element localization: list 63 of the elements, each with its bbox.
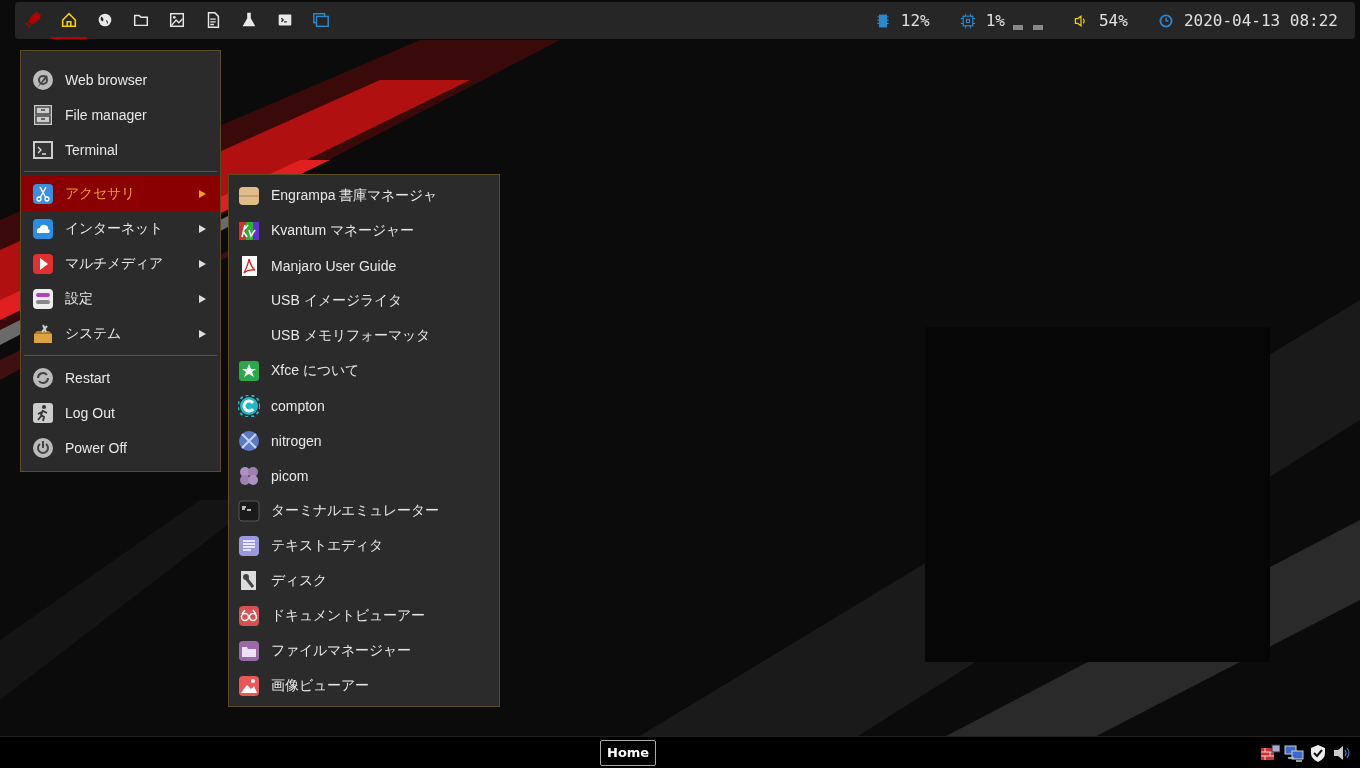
submenu-item[interactable]: Manjaro User Guide	[229, 248, 499, 283]
submenu-item[interactable]: Engrampa 書庫マネージャ	[229, 178, 499, 213]
status-value: 1%	[985, 11, 1005, 30]
windows-icon	[312, 10, 330, 29]
submenu-item[interactable]: Kvantum マネージャー	[229, 213, 499, 248]
submenu-item[interactable]: nitrogen	[229, 423, 499, 458]
kvantum-icon	[238, 219, 260, 242]
image-icon	[238, 674, 260, 697]
submenu-item[interactable]: USB メモリフォーマッタ	[229, 318, 499, 353]
terminal-icon	[32, 138, 54, 161]
text-icon	[238, 534, 260, 557]
task-button[interactable]: Home	[600, 739, 657, 766]
power-icon	[32, 436, 54, 459]
network-icon	[1284, 742, 1304, 763]
archive-icon	[238, 184, 260, 207]
menu-item[interactable]: アクセサリ	[22, 176, 219, 211]
menu-item[interactable]: システム	[22, 316, 219, 351]
submenu-item[interactable]: compton	[229, 388, 499, 423]
restart-icon	[32, 366, 54, 389]
menu-item[interactable]: 設定	[22, 281, 219, 316]
submenu-item[interactable]: 画像ビューアー	[229, 668, 499, 703]
menu-item[interactable]: インターネット	[22, 211, 219, 246]
menu-item[interactable]: File manager	[22, 97, 219, 132]
flower-icon	[238, 464, 260, 487]
menu-item[interactable]: Web browser	[22, 62, 219, 97]
status-value: 12%	[900, 11, 930, 30]
play-icon	[32, 252, 54, 275]
crossed-circle-icon	[238, 429, 260, 452]
cloud-icon	[32, 217, 54, 240]
submenu-item[interactable]: テキストエディタ	[229, 528, 499, 563]
flask-icon	[240, 10, 258, 29]
cpu-icon	[959, 12, 976, 29]
firewall-icon	[1260, 742, 1280, 763]
menu-item[interactable]: Terminal	[22, 132, 219, 167]
submenu-item[interactable]: ファイルマネージャー	[229, 633, 499, 668]
date-time: 2020-04-13 08:22	[1183, 11, 1338, 30]
glasses-icon	[238, 604, 260, 627]
submenu-item[interactable]: Xfce について	[229, 353, 499, 388]
running-person-icon	[32, 401, 54, 424]
submenu-item[interactable]: USB イメージライタ	[229, 283, 499, 318]
submenu-item[interactable]: ターミナルエミュレーター	[229, 493, 499, 528]
terminal-icon	[238, 499, 260, 522]
submenu-item[interactable]: ドキュメントビューアー	[229, 598, 499, 633]
gear-icon	[238, 394, 260, 417]
home-icon	[60, 10, 78, 29]
submenu-item[interactable]: picom	[229, 458, 499, 493]
file-cabinet-icon	[32, 103, 54, 126]
toggle-icon	[32, 287, 54, 310]
toolbox-icon	[32, 322, 54, 345]
submenu-item[interactable]: ディスク	[229, 563, 499, 598]
menu-item[interactable]: Restart	[22, 360, 219, 395]
memory-icon	[874, 12, 891, 29]
shield-icon	[1308, 742, 1328, 763]
menu-item[interactable]: Log Out	[22, 395, 219, 430]
clock-icon	[1157, 12, 1174, 29]
menu-item[interactable]: マルチメディア	[22, 246, 219, 281]
image-icon	[168, 10, 186, 29]
status-value: 54%	[1098, 11, 1128, 30]
menu-item[interactable]: Power Off	[22, 430, 219, 465]
rocket-icon	[24, 10, 42, 29]
browser-icon	[32, 68, 54, 91]
folder-icon	[238, 639, 260, 662]
scissors-icon	[32, 182, 54, 205]
